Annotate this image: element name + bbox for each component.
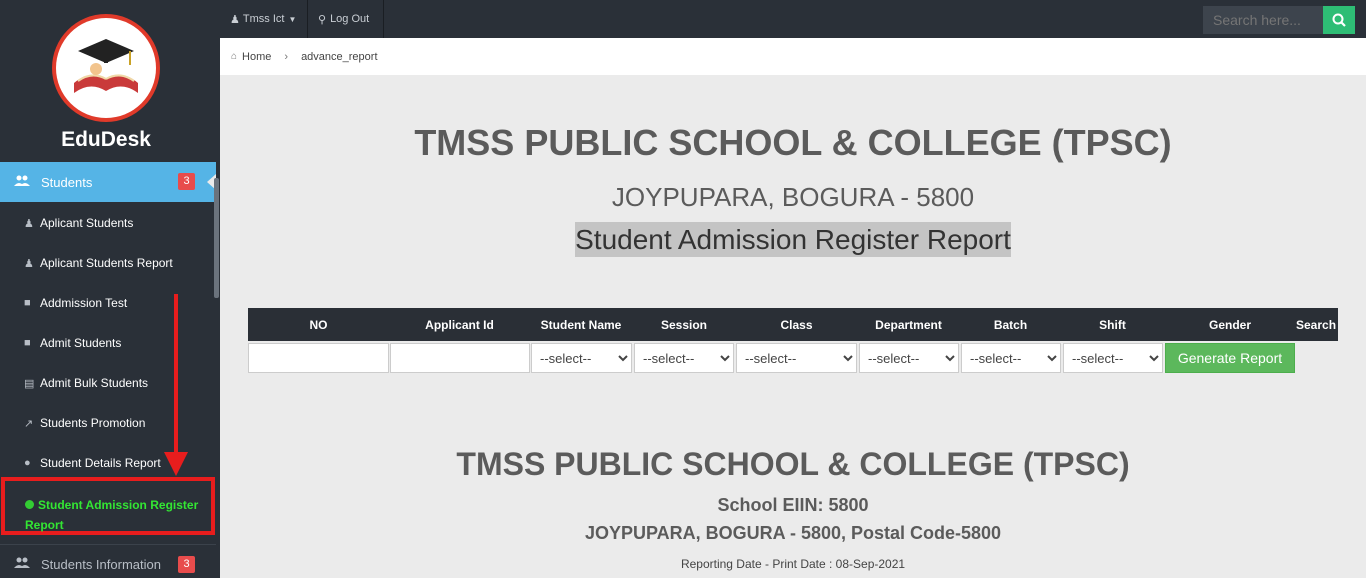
column-header: Shift — [1099, 318, 1126, 332]
users-icon — [14, 557, 32, 572]
sidebar-item-label: Aplicant Students Report — [40, 256, 173, 270]
batch-select[interactable]: --select-- — [961, 343, 1061, 373]
report-date: Reporting Date - Print Date : 08-Sep-202… — [680, 557, 906, 571]
report-title-wrap: Student Admission Register Report — [220, 222, 1366, 257]
class-select[interactable]: --select-- — [736, 343, 857, 373]
applicant-id-input[interactable] — [390, 343, 530, 373]
user-plus-icon: ♟ — [24, 217, 34, 230]
department-select[interactable]: --select-- — [859, 343, 959, 373]
sidebar-item-students-information[interactable]: Students Information 3 — [0, 544, 216, 578]
user-icon: ♟ — [230, 13, 240, 26]
breadcrumb-current: advance_report — [301, 50, 378, 63]
sidebar-item-label: Aplicant Students — [40, 216, 134, 230]
sidebar-item-addmission-test[interactable]: ■ Addmission Test — [0, 283, 216, 323]
top-navbar: ♟ Tmss Ict ▼ ⚲ Log Out — [220, 0, 1366, 38]
sidebar-item-aplicant-students-report[interactable]: ♟ Aplicant Students Report — [0, 243, 216, 283]
sidebar: EduDesk Students 3 ♟ Aplicant Students ♟… — [0, 0, 220, 578]
chevron-right-icon: › — [284, 50, 289, 63]
session-select[interactable]: --select-- — [634, 343, 734, 373]
search-input[interactable] — [1203, 6, 1323, 34]
circle-icon: ● — [24, 457, 31, 469]
sidebar-item-label: Students Information — [41, 557, 161, 572]
sidebar-item-label: Students — [41, 174, 93, 190]
report-address: JOYPUPARA, BOGURA - 5800, Postal Code-58… — [584, 523, 1002, 543]
column-header: NO — [309, 318, 328, 332]
brand-name: EduDesk — [61, 128, 151, 151]
home-icon: ⌂ — [231, 51, 238, 62]
sidebar-item-label: Students Promotion — [40, 416, 146, 430]
school-name: TMSS PUBLIC SCHOOL & COLLEGE (TPSC) — [414, 122, 1172, 163]
graduation-cap-icon: ■ — [24, 297, 31, 309]
search-icon — [1332, 13, 1346, 27]
graduation-cap-icon: ■ — [24, 337, 31, 349]
sidebar-item-admit-bulk-students[interactable]: ▤ Admit Bulk Students — [0, 363, 216, 403]
shift-select[interactable]: --select-- — [1063, 343, 1163, 373]
sidebar-item-label: Addmission Test — [40, 296, 128, 310]
annotation-arrow-head — [164, 452, 188, 476]
annotation-arrow-shaft — [174, 294, 178, 454]
breadcrumb-home[interactable]: Home — [242, 51, 271, 63]
school-logo — [52, 14, 160, 122]
no-input[interactable] — [248, 343, 389, 373]
report-school-name: TMSS PUBLIC SCHOOL & COLLEGE (TPSC) — [456, 446, 1130, 482]
count-badge: 3 — [178, 173, 195, 190]
line-chart-icon: ↗ — [24, 417, 34, 430]
sidebar-item-label: Admit Bulk Students — [40, 376, 149, 390]
sidebar-item-label: Student Admission Register Report — [25, 498, 199, 532]
breadcrumb: ⌂ Home › advance_report — [220, 38, 1366, 75]
column-header: Search — [1296, 318, 1337, 332]
id-card-icon: ▤ — [24, 377, 35, 390]
column-header: Applicant Id — [425, 318, 494, 332]
user-plus-icon: ♟ — [24, 257, 34, 270]
caret-down-icon: ▼ — [288, 14, 297, 24]
count-badge: 3 — [178, 556, 195, 573]
users-icon — [14, 175, 32, 190]
generate-report-button[interactable]: Generate Report — [1165, 343, 1295, 373]
report-title: Student Admission Register Report — [575, 222, 1011, 257]
user-menu[interactable]: ♟ Tmss Ict ▼ — [220, 0, 308, 38]
column-header: Gender — [1208, 318, 1251, 332]
student-name-select[interactable]: --select-- — [531, 343, 632, 373]
column-header: Student Name — [540, 318, 622, 332]
column-header: Session — [660, 318, 708, 332]
school-address: JOYPUPARA, BOGURA - 5800 — [611, 182, 975, 212]
search-button[interactable] — [1323, 6, 1355, 34]
sidebar-item-student-admission-register-report[interactable]: Student Admission Register Report — [25, 495, 210, 535]
filter-table-header: NO Applicant Id Student Name Session Cla… — [248, 308, 1338, 341]
report-eiin: School EIIN: 5800 — [717, 495, 869, 515]
sidebar-item-aplicant-students[interactable]: ♟ Aplicant Students — [0, 203, 216, 243]
key-icon: ⚲ — [318, 13, 327, 26]
sidebar-item-students-promotion[interactable]: ↗ Students Promotion — [0, 403, 216, 443]
students-submenu: ♟ Aplicant Students ♟ Aplicant Students … — [0, 203, 216, 483]
logout-label: Log Out — [330, 13, 370, 25]
logout-link[interactable]: ⚲ Log Out — [308, 0, 384, 38]
active-dot-icon — [25, 500, 34, 509]
graduation-cap-book-icon — [74, 39, 138, 93]
sidebar-item-admit-students[interactable]: ■ Admit Students — [0, 323, 216, 363]
user-name: Tmss Ict — [242, 13, 285, 25]
column-header: Department — [875, 318, 942, 332]
sidebar-item-label: Student Details Report — [40, 456, 161, 470]
column-header: Batch — [993, 318, 1028, 332]
sidebar-item-label: Admit Students — [40, 336, 122, 350]
sidebar-item-students[interactable]: Students 3 — [0, 162, 216, 202]
column-header: Class — [780, 318, 813, 332]
